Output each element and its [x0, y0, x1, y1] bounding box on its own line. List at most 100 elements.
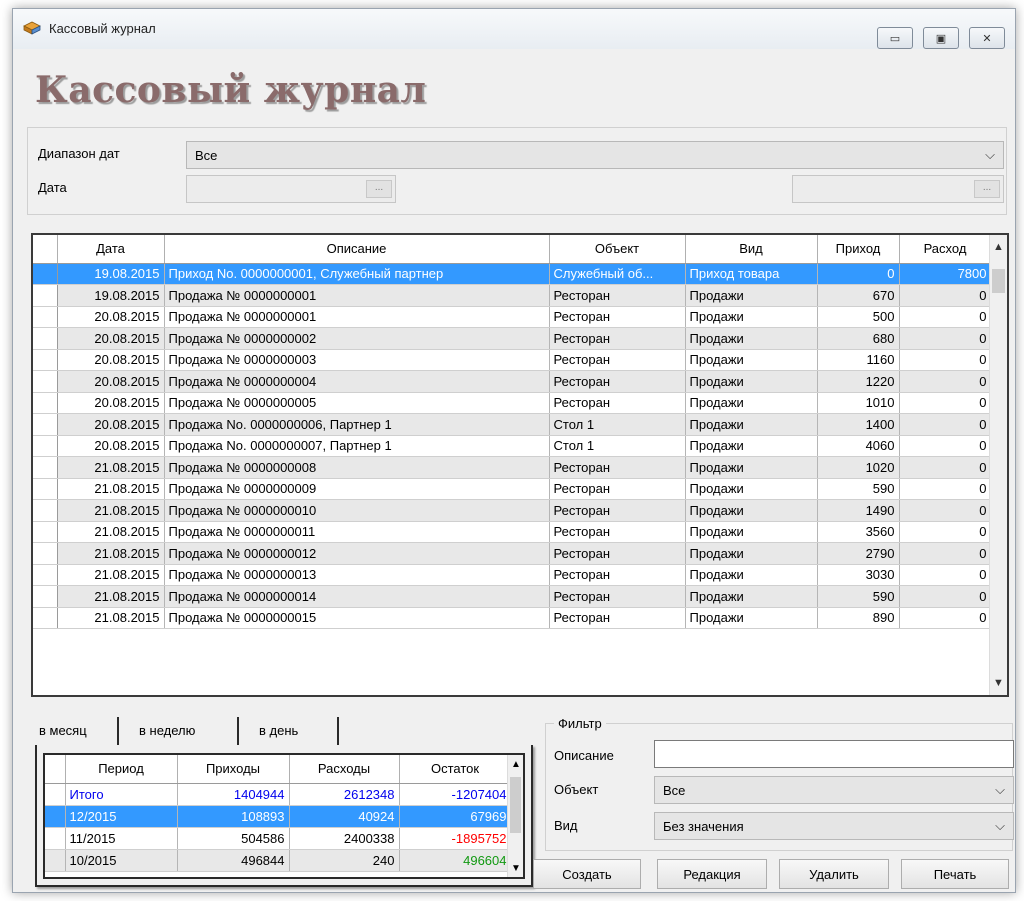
summary-scroll-up-icon[interactable]: ▲: [511, 759, 521, 770]
cell-type[interactable]: Продажи: [685, 392, 818, 414]
cell-income[interactable]: 1020: [817, 456, 900, 479]
summary-cell-period[interactable]: Итого: [65, 783, 178, 806]
cell-expense[interactable]: 0: [899, 521, 992, 543]
cell-description[interactable]: Продажа № 0000000003: [164, 349, 550, 371]
row-header-cell[interactable]: [33, 456, 58, 479]
cell-object[interactable]: Ресторан: [549, 327, 686, 350]
row-header-cell[interactable]: [33, 284, 58, 307]
row-header-cell[interactable]: [33, 327, 58, 350]
cell-description[interactable]: Приход No. 0000000001, Служебный партнер: [164, 263, 550, 285]
cell-description[interactable]: Продажа № 0000000005: [164, 392, 550, 414]
summary-row-header-cell[interactable]: [45, 827, 66, 850]
print-button[interactable]: Печать: [901, 859, 1009, 889]
table-row[interactable]: 21.08.2015 Продажа № 0000000009 Ресторан Пр…: [33, 478, 992, 500]
cell-date[interactable]: 20.08.2015: [57, 327, 165, 350]
cell-description[interactable]: Продажа № 0000000015: [164, 607, 550, 629]
cell-type[interactable]: Продажи: [685, 456, 818, 479]
scroll-up-icon[interactable]: ▲: [993, 241, 1004, 253]
row-header-cell[interactable]: [33, 542, 58, 565]
summary-cell-period[interactable]: 12/2015: [65, 805, 178, 828]
column-header-description[interactable]: Описание: [164, 235, 550, 264]
cell-object[interactable]: Ресторан: [549, 392, 686, 414]
summary-scroll-down-icon[interactable]: ▼: [511, 863, 521, 874]
cell-object[interactable]: Стол 1: [549, 435, 686, 457]
cell-date[interactable]: 20.08.2015: [57, 349, 165, 371]
table-row[interactable]: 20.08.2015 Продажа No. 0000000006, Партне…: [33, 413, 992, 436]
cell-expense[interactable]: 0: [899, 564, 992, 586]
cell-income[interactable]: 1220: [817, 370, 900, 393]
summary-column-income[interactable]: Приходы: [177, 755, 290, 784]
column-header-income[interactable]: Приход: [817, 235, 900, 264]
cell-expense[interactable]: 0: [899, 413, 992, 436]
cell-income[interactable]: 500: [817, 306, 900, 328]
cell-date[interactable]: 21.08.2015: [57, 585, 165, 608]
cell-object[interactable]: Служебный об...: [549, 263, 686, 285]
cell-type[interactable]: Продажи: [685, 585, 818, 608]
cell-income[interactable]: 670: [817, 284, 900, 307]
table-row[interactable]: 21.08.2015 Продажа № 0000000013 Ресторан Пр…: [33, 564, 992, 586]
cell-type[interactable]: Продажи: [685, 521, 818, 543]
table-row[interactable]: 21.08.2015 Продажа № 0000000008 Ресторан Пр…: [33, 456, 992, 479]
cell-object[interactable]: Ресторан: [549, 521, 686, 543]
row-header-cell[interactable]: [33, 306, 58, 328]
cell-expense[interactable]: 0: [899, 306, 992, 328]
cell-income[interactable]: 3560: [817, 521, 900, 543]
cell-income[interactable]: 3030: [817, 564, 900, 586]
cell-object[interactable]: Ресторан: [549, 542, 686, 565]
cell-description[interactable]: Продажа № 0000000001: [164, 284, 550, 307]
date-to-picker-button[interactable]: ...: [974, 180, 1000, 198]
table-row[interactable]: 21.08.2015 Продажа № 0000000012 Ресторан Пр…: [33, 542, 992, 565]
row-header-cell[interactable]: [33, 370, 58, 393]
summary-cell-period[interactable]: 10/2015: [65, 849, 178, 872]
cell-date[interactable]: 19.08.2015: [57, 284, 165, 307]
date-range-select[interactable]: Все ⌵: [186, 141, 1004, 169]
cell-object[interactable]: Ресторан: [549, 585, 686, 608]
cell-type[interactable]: Продажи: [685, 607, 818, 629]
table-row[interactable]: 20.08.2015 Продажа № 0000000002 Ресторан Пр…: [33, 327, 992, 350]
cell-description[interactable]: Продажа No. 0000000006, Партнер 1: [164, 413, 550, 436]
summary-cell-income[interactable]: 108893: [177, 805, 290, 828]
cell-income[interactable]: 1400: [817, 413, 900, 436]
summary-cell-expense[interactable]: 240: [289, 849, 400, 872]
row-header-cell[interactable]: [33, 435, 58, 457]
cell-income[interactable]: 1160: [817, 349, 900, 371]
summary-cell-balance[interactable]: 67969: [399, 805, 512, 828]
column-header-expense[interactable]: Расход: [899, 235, 992, 264]
cell-date[interactable]: 20.08.2015: [57, 413, 165, 436]
summary-cell-income[interactable]: 496844: [177, 849, 290, 872]
cell-date[interactable]: 21.08.2015: [57, 521, 165, 543]
minimize-button[interactable]: ▭: [877, 27, 913, 49]
cell-description[interactable]: Продажа № 0000000012: [164, 542, 550, 565]
cell-expense[interactable]: 0: [899, 499, 992, 522]
table-row[interactable]: 20.08.2015 Продажа № 0000000004 Ресторан Пр…: [33, 370, 992, 393]
cell-type[interactable]: Продажи: [685, 435, 818, 457]
date-from-field[interactable]: ...: [186, 175, 396, 203]
table-row[interactable]: 19.08.2015 Приход No. 0000000001, Служебн…: [33, 263, 992, 285]
row-header-cell[interactable]: [33, 585, 58, 608]
cell-type[interactable]: Продажи: [685, 327, 818, 350]
table-row[interactable]: 20.08.2015 Продажа № 0000000001 Ресторан Пр…: [33, 306, 992, 328]
table-row[interactable]: 21.08.2015 Продажа № 0000000015 Ресторан Пр…: [33, 607, 992, 629]
cell-description[interactable]: Продажа № 0000000004: [164, 370, 550, 393]
cell-expense[interactable]: 0: [899, 478, 992, 500]
cell-object[interactable]: Ресторан: [549, 607, 686, 629]
cell-description[interactable]: Продажа № 0000000013: [164, 564, 550, 586]
row-header-cell[interactable]: [33, 392, 58, 414]
cell-income[interactable]: 680: [817, 327, 900, 350]
cell-object[interactable]: Ресторан: [549, 456, 686, 479]
cell-income[interactable]: 4060: [817, 435, 900, 457]
cell-income[interactable]: 590: [817, 478, 900, 500]
close-button[interactable]: ✕: [969, 27, 1005, 49]
cell-description[interactable]: Продажа No. 0000000007, Партнер 1: [164, 435, 550, 457]
cell-date[interactable]: 20.08.2015: [57, 435, 165, 457]
cell-date[interactable]: 20.08.2015: [57, 392, 165, 414]
cell-type[interactable]: Продажи: [685, 413, 818, 436]
row-header-cell[interactable]: [33, 564, 58, 586]
summary-row[interactable]: 12/2015 108893 40924 67969: [45, 805, 512, 828]
journal-table[interactable]: Дата Описание Объект Вид Приход Расход 1…: [31, 233, 1009, 697]
summary-table[interactable]: Период Приходы Расходы Остаток Итого 1404…: [43, 753, 525, 879]
summary-vertical-scrollbar[interactable]: ▲ ▼: [507, 755, 523, 877]
cell-description[interactable]: Продажа № 0000000011: [164, 521, 550, 543]
cell-income[interactable]: 1490: [817, 499, 900, 522]
cell-type[interactable]: Продажи: [685, 370, 818, 393]
